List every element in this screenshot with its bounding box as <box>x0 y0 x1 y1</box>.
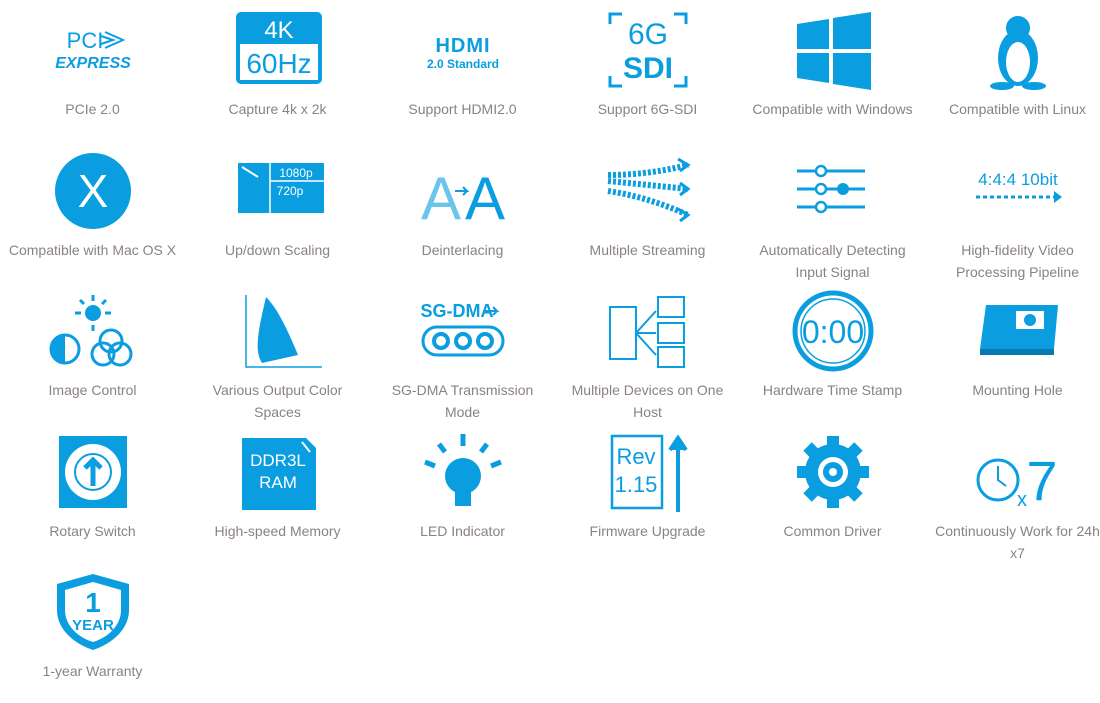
feature-label: Hardware Time Stamp <box>749 379 917 401</box>
feature-item: Multiple Devices on One Host <box>555 281 740 422</box>
feature-label: High-speed Memory <box>194 520 362 542</box>
icon-text: 60Hz <box>246 48 311 79</box>
feature-label: Rotary Switch <box>9 520 177 542</box>
memory-icon: DDR3L RAM <box>228 429 328 515</box>
pipeline-icon: 4:4:4 10bit <box>968 148 1068 234</box>
feature-item: AA Deinterlacing <box>370 141 555 282</box>
feature-label: Firmware Upgrade <box>564 520 732 542</box>
icon-text: 0:00 <box>801 314 863 350</box>
deinterlacing-icon: AA <box>413 148 513 234</box>
feature-label: Multiple Devices on One Host <box>564 379 732 423</box>
feature-grid: PCI EXPRESS PCIe 2.0 4K 60Hz Capture 4k x 2k H… <box>0 0 1100 703</box>
feature-item: LED Indicator <box>370 422 555 563</box>
icon-text: 2.0 Standard <box>426 57 498 71</box>
feature-item: Compatible with Linux <box>925 0 1100 141</box>
icon-text: 7 <box>1026 449 1057 512</box>
feature-item: PCI EXPRESS PCIe 2.0 <box>0 0 185 141</box>
feature-label: Various Output Color Spaces <box>194 379 362 423</box>
feature-label: LED Indicator <box>379 520 547 542</box>
icon-text: 720p <box>276 184 303 198</box>
image-control-icon <box>43 288 143 374</box>
icon-text: SDI <box>622 52 672 85</box>
feature-item: HDMI2.0 Standard Support HDMI2.0 <box>370 0 555 141</box>
feature-label: PCIe 2.0 <box>9 98 177 120</box>
icon-text: RAM <box>259 473 297 492</box>
feature-label: Common Driver <box>749 520 917 542</box>
feature-label: Compatible with Windows <box>749 98 917 120</box>
icon-text: A <box>464 165 504 232</box>
clock-24x7-icon: x7 <box>968 429 1068 515</box>
icon-text: YEAR <box>72 617 114 634</box>
mounting-hole-icon <box>968 288 1068 374</box>
feature-label: Up/down Scaling <box>194 239 362 261</box>
feature-label: Mounting Hole <box>934 379 1100 401</box>
color-space-icon <box>228 288 328 374</box>
sg-dma-icon: SG-DMA <box>413 288 513 374</box>
icon-text: SG-DMA <box>420 301 493 321</box>
feature-label: 1-year Warranty <box>9 660 177 682</box>
windows-logo-icon <box>783 7 883 93</box>
feature-item: 4K 60Hz Capture 4k x 2k <box>185 0 370 141</box>
icon-text: 4:4:4 10bit <box>978 170 1058 189</box>
icon-text: EXPRESS <box>55 55 131 72</box>
icon-text: DDR3L <box>250 451 306 470</box>
firmware-upgrade-icon: Rev 1.15 <box>598 429 698 515</box>
feature-item: Mounting Hole <box>925 281 1100 422</box>
feature-item: Multiple Streaming <box>555 141 740 282</box>
feature-item: Rev 1.15 Firmware Upgrade <box>555 422 740 563</box>
icon-text: A <box>420 165 460 232</box>
hdmi-logo-icon: HDMI2.0 Standard <box>413 7 513 93</box>
feature-item: DDR3L RAM High-speed Memory <box>185 422 370 563</box>
feature-item: Compatible with Windows <box>740 0 925 141</box>
4k-60hz-icon: 4K 60Hz <box>228 7 328 93</box>
icon-text: 1080p <box>279 166 313 180</box>
icon-text: 1.15 <box>614 472 657 497</box>
feature-label: Capture 4k x 2k <box>194 98 362 120</box>
feature-item: X Compatible with Mac OS X <box>0 141 185 282</box>
feature-label: SG-DMA Transmission Mode <box>379 379 547 423</box>
feature-item: x7 Continuously Work for 24h x7 <box>925 422 1100 563</box>
feature-item: Image Control <box>0 281 185 422</box>
feature-item: 1YEAR 1-year Warranty <box>0 562 185 703</box>
icon-text: Rev <box>616 444 655 469</box>
scaling-icon: 1080p 720p <box>228 148 328 234</box>
feature-item: Common Driver <box>740 422 925 563</box>
feature-item: 1080p 720p Up/down Scaling <box>185 141 370 282</box>
feature-item: Various Output Color Spaces <box>185 281 370 422</box>
icon-text: HDMI <box>435 35 490 57</box>
pci-express-logo-icon: PCI EXPRESS <box>43 7 143 93</box>
icon-text: 1 <box>85 587 101 618</box>
6g-sdi-icon: 6GSDI <box>598 7 698 93</box>
mac-os-x-icon: X <box>43 148 143 234</box>
feature-label: High-fidelity Video Processing Pipeline <box>934 239 1100 283</box>
icon-text: 6G <box>627 18 667 51</box>
feature-label: Deinterlacing <box>379 239 547 261</box>
feature-label: Multiple Streaming <box>564 239 732 261</box>
icon-text: X <box>77 165 108 217</box>
icon-text: PCI <box>66 28 103 53</box>
linux-penguin-icon <box>968 7 1068 93</box>
feature-label: Image Control <box>9 379 177 401</box>
multiple-devices-icon <box>598 288 698 374</box>
rotary-switch-icon <box>43 429 143 515</box>
feature-item: 4:4:4 10bit High-fidelity Video Processin… <box>925 141 1100 282</box>
icon-text: 4K <box>264 17 293 44</box>
feature-label: Compatible with Mac OS X <box>9 239 177 261</box>
signal-detect-icon <box>783 148 883 234</box>
feature-item: Rotary Switch <box>0 422 185 563</box>
feature-item: 0:00 Hardware Time Stamp <box>740 281 925 422</box>
feature-item: 6GSDI Support 6G-SDI <box>555 0 740 141</box>
warranty-shield-icon: 1YEAR <box>43 569 143 655</box>
feature-label: Compatible with Linux <box>934 98 1100 120</box>
gear-driver-icon <box>783 429 883 515</box>
feature-label: Support 6G-SDI <box>564 98 732 120</box>
feature-label: Automatically Detecting Input Signal <box>749 239 917 283</box>
multiple-streaming-icon <box>598 148 698 234</box>
feature-item: SG-DMA SG-DMA Transmission Mode <box>370 281 555 422</box>
feature-item: Automatically Detecting Input Signal <box>740 141 925 282</box>
time-stamp-icon: 0:00 <box>783 288 883 374</box>
feature-label: Support HDMI2.0 <box>379 98 547 120</box>
feature-label: Continuously Work for 24h x7 <box>934 520 1100 564</box>
led-bulb-icon <box>413 429 513 515</box>
